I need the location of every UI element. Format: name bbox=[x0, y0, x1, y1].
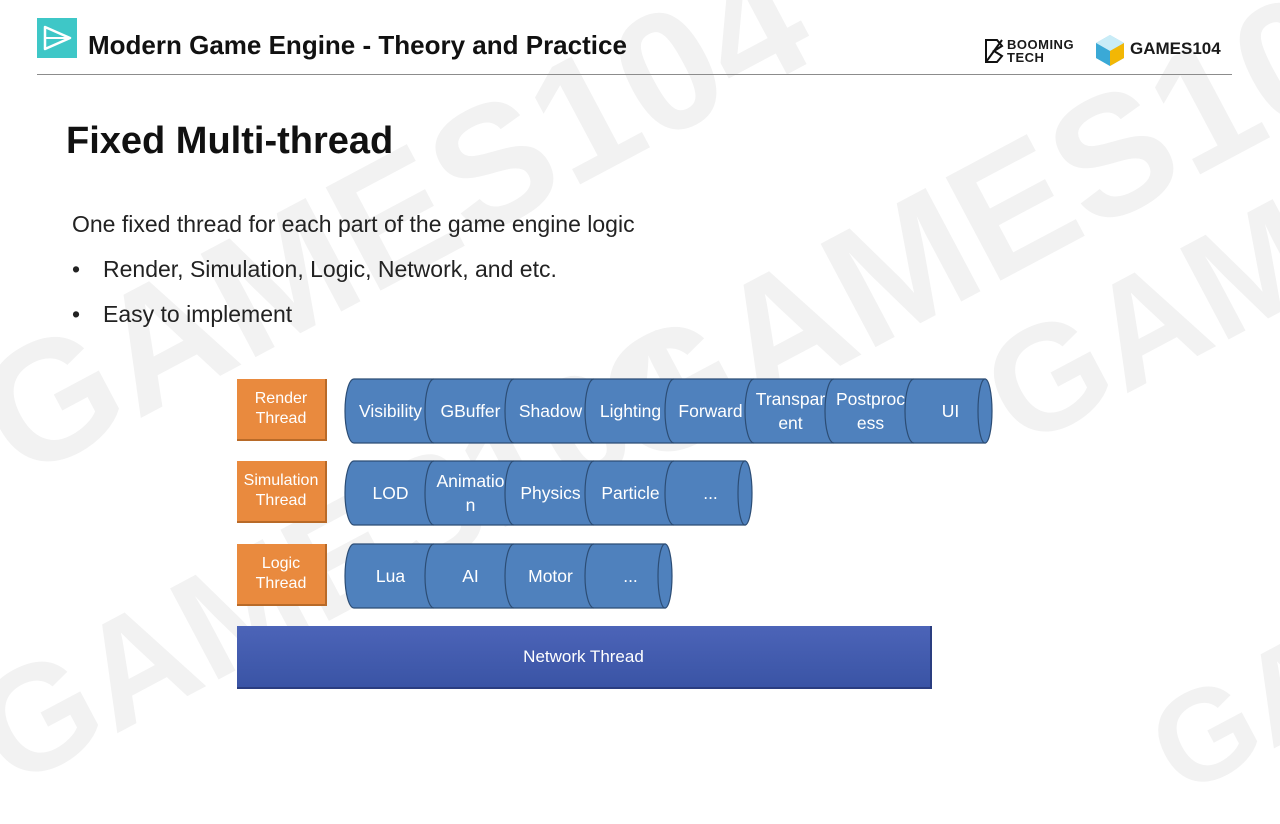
simulation-thread-tasks: LODAnimatio nPhysics Particle... bbox=[344, 460, 753, 526]
task-label: Physics bbox=[520, 483, 581, 503]
booming-logo-line2: TECH bbox=[1007, 50, 1045, 65]
games104-logo: GAMES104 bbox=[1094, 33, 1221, 72]
task-label: AI bbox=[462, 566, 479, 586]
slide-title: Fixed Multi-thread bbox=[66, 120, 394, 162]
bullet-text: Easy to implement bbox=[103, 301, 293, 327]
task-label: LOD bbox=[373, 483, 409, 503]
course-title: Modern Game Engine - Theory and Practice bbox=[88, 30, 627, 60]
logic-thread-tasks: Lua AI Motor... bbox=[344, 543, 673, 609]
render-thread-label: Render Thread bbox=[237, 379, 327, 441]
task-label: Particle bbox=[601, 483, 659, 503]
task-label: UI bbox=[942, 401, 960, 421]
task-label: Motor bbox=[528, 566, 573, 586]
games104-cube-icon bbox=[1096, 35, 1124, 66]
bullet-text: Render, Simulation, Logic, Network, and … bbox=[103, 256, 557, 282]
watermark-games104: GAMES104 bbox=[1126, 367, 1280, 823]
logic-thread-cylinder-cap bbox=[657, 543, 673, 609]
bullet-dot: • bbox=[72, 301, 81, 327]
task-label: Shadow bbox=[519, 401, 583, 421]
network-thread-bar: Network Thread bbox=[237, 626, 932, 689]
task-label: Visibility bbox=[359, 401, 422, 421]
task-label: ... bbox=[703, 483, 718, 503]
bullet-item: • Render, Simulation, Logic, Network, and… bbox=[72, 256, 557, 283]
simulation-thread-label: Simulation Thread bbox=[237, 461, 327, 523]
simulation-thread-cylinder-cap bbox=[737, 460, 753, 526]
logic-thread-label: Logic Thread bbox=[237, 544, 327, 606]
task-label: Lighting bbox=[600, 401, 661, 421]
task-label: GBuffer bbox=[441, 401, 501, 421]
render-thread-tasks: Visibility GBuffer Shadow Lighting ForwardTr… bbox=[344, 378, 993, 444]
header-divider bbox=[37, 74, 1232, 75]
render-thread-cylinder-cap bbox=[977, 378, 993, 444]
play-logo-icon bbox=[37, 18, 77, 58]
slide-header: Modern Game Engine - Theory and Practice… bbox=[0, 0, 1280, 80]
booming-tech-logo: BOOMING TECH bbox=[983, 36, 1083, 66]
network-thread-label: Network Thread bbox=[523, 646, 644, 666]
task-label: Lua bbox=[376, 566, 405, 586]
bullet-item: • Easy to implement bbox=[72, 301, 292, 328]
intro-text: One fixed thread for each part of the ga… bbox=[72, 211, 635, 237]
booming-logo-icon bbox=[985, 39, 1004, 63]
task-label: ... bbox=[623, 566, 638, 586]
task-label: Forward bbox=[678, 401, 742, 421]
games104-logo-text: GAMES104 bbox=[1130, 39, 1221, 58]
bullet-dot: • bbox=[72, 256, 81, 282]
